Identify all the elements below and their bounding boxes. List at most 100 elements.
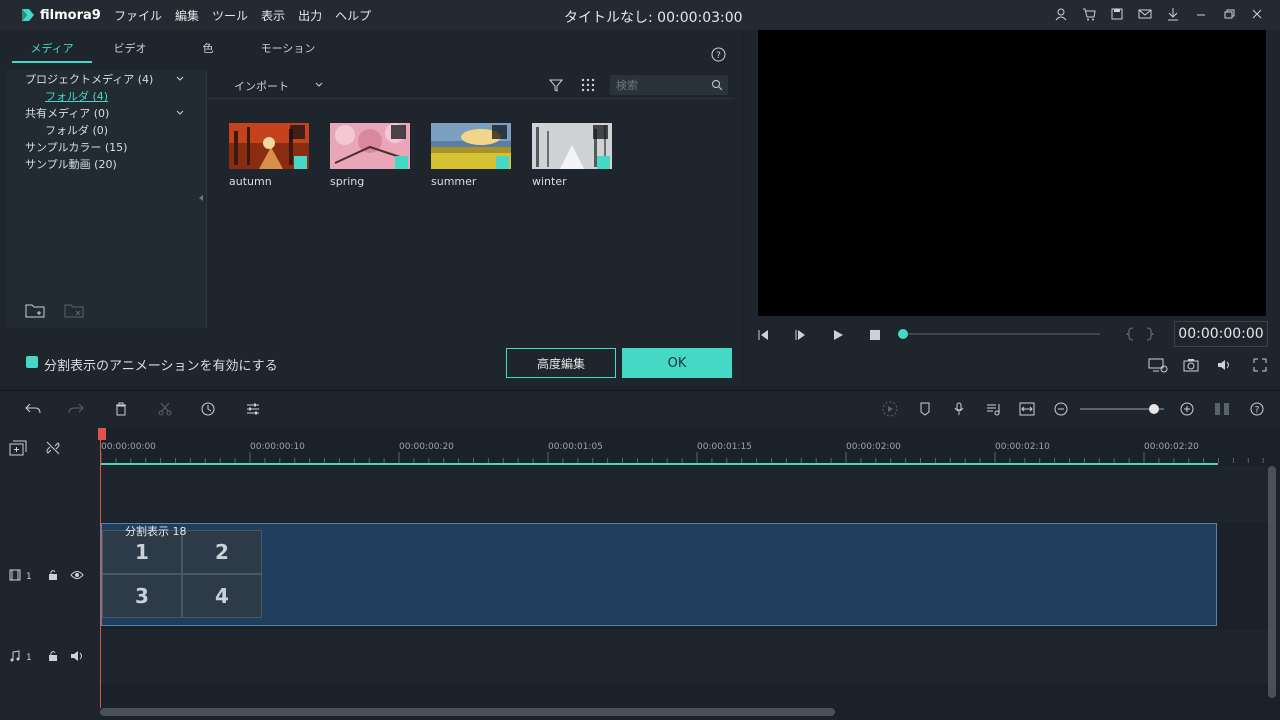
track-headers: 1 1 [0, 428, 100, 720]
save-icon[interactable] [1110, 7, 1124, 21]
media-name-winter: winter [532, 175, 567, 188]
vertical-scrollbar[interactable] [1268, 466, 1276, 698]
microphone-icon[interactable] [953, 402, 965, 416]
document-title: タイトルなし: 00:00:03:00 [564, 10, 743, 26]
lock-icon[interactable] [48, 650, 58, 662]
image-type-icon [492, 125, 507, 139]
tab-color[interactable]: 色 [168, 40, 248, 63]
mark-out-icon[interactable] [1144, 327, 1154, 341]
playhead-handle[interactable] [98, 428, 106, 440]
split-screen-clip[interactable] [101, 523, 1217, 626]
undo-icon[interactable] [25, 402, 41, 416]
close-icon[interactable] [1250, 7, 1264, 21]
marker-icon[interactable] [919, 402, 931, 416]
fullscreen-icon[interactable] [1253, 358, 1267, 372]
filmora-logo-icon [22, 9, 34, 21]
empty-track-area [100, 466, 1268, 522]
library-folder-shared[interactable]: フォルダ (0) [45, 122, 108, 138]
help-icon[interactable]: ? [1250, 402, 1264, 416]
eye-icon[interactable] [70, 570, 84, 580]
redo-icon[interactable] [68, 402, 84, 416]
image-type-icon [593, 125, 608, 139]
delete-folder-icon[interactable] [64, 302, 84, 318]
app-logo: filmora9 [0, 7, 110, 23]
play-icon[interactable] [831, 328, 845, 342]
split-cell-2: 2 [182, 530, 262, 574]
minimize-icon[interactable] [1194, 7, 1208, 21]
mail-icon[interactable] [1138, 7, 1152, 21]
import-dropdown[interactable]: インポート [234, 78, 289, 94]
library-sample-colors[interactable]: サンプルカラー (15) [25, 139, 127, 155]
cart-icon[interactable] [1082, 7, 1096, 21]
fit-timeline-icon[interactable] [1019, 402, 1035, 416]
adjust-icon[interactable] [246, 402, 260, 416]
pause-layout-icon[interactable] [1214, 402, 1230, 416]
menu-file[interactable]: ファイル [110, 7, 171, 24]
account-icon[interactable] [1054, 7, 1068, 21]
search-icon[interactable] [711, 79, 723, 91]
search-input[interactable] [616, 78, 706, 92]
audio-track-icon [10, 650, 20, 662]
filter-icon[interactable] [549, 78, 563, 92]
ok-button[interactable]: OK [622, 348, 732, 378]
tab-motion[interactable]: モーション [248, 40, 328, 63]
add-track-icon[interactable] [9, 440, 27, 456]
chevron-down-icon[interactable] [175, 108, 185, 118]
timeline-ruler[interactable]: 00:00:00:00 00:00:00:10 00:00:00:20 00:0… [100, 428, 1280, 466]
stop-icon[interactable] [868, 328, 882, 342]
chevron-down-icon[interactable] [314, 80, 324, 90]
library-shared-media[interactable]: 共有メディア (0) [25, 105, 109, 121]
audio-mixer-icon[interactable] [986, 402, 1000, 416]
snapshot-icon[interactable] [1183, 358, 1199, 372]
unlink-icon[interactable] [45, 440, 61, 456]
menu-view[interactable]: 表示 [257, 7, 294, 24]
library-project-media[interactable]: プロジェクトメディア (4) [25, 71, 153, 87]
ruler-label: 00:00:00:20 [399, 442, 454, 452]
tab-video[interactable]: ビデオ [92, 40, 168, 63]
download-icon[interactable] [1166, 7, 1180, 21]
help-icon[interactable]: ? [711, 47, 726, 62]
library-folder-project[interactable]: フォルダ (4) [45, 88, 108, 104]
advanced-edit-button[interactable]: 高度編集 [506, 348, 616, 378]
restore-icon[interactable] [1222, 7, 1236, 21]
menu-tools[interactable]: ツール [208, 7, 257, 24]
horizontal-scrollbar[interactable] [100, 708, 835, 716]
ruler-label: 00:00:02:00 [846, 442, 901, 452]
mark-in-icon[interactable] [1126, 327, 1136, 341]
enable-animation-checkbox[interactable] [26, 356, 38, 368]
chevron-down-icon[interactable] [175, 74, 185, 84]
app-name: filmora9 [40, 7, 101, 23]
lock-icon[interactable] [48, 569, 58, 581]
zoom-slider-handle[interactable] [1149, 404, 1159, 414]
library-sidebar: プロジェクトメディア (4) フォルダ (4) 共有メディア (0) フォルダ … [6, 70, 207, 328]
collapse-arrow-icon[interactable] [198, 194, 204, 202]
ruler-label: 00:00:02:10 [995, 442, 1050, 452]
volume-icon[interactable] [1217, 358, 1233, 372]
zoom-in-icon[interactable] [1180, 402, 1194, 416]
playhead[interactable] [100, 428, 101, 708]
tab-media[interactable]: メディア [12, 40, 92, 63]
render-display-icon[interactable] [1148, 357, 1168, 373]
new-folder-icon[interactable] [25, 302, 45, 318]
duration-icon[interactable] [201, 402, 215, 416]
svg-text:?: ? [716, 51, 721, 61]
delete-icon[interactable] [114, 402, 128, 416]
menu-export[interactable]: 出力 [294, 7, 331, 24]
speaker-icon[interactable] [70, 650, 84, 662]
media-browser: インポート autumn spring summer winter [208, 70, 734, 328]
menu-bar: ファイル 編集 ツール 表示 出力 ヘルプ [110, 7, 380, 24]
menu-edit[interactable]: 編集 [171, 7, 208, 24]
library-sample-videos[interactable]: サンプル動画 (20) [25, 156, 117, 172]
render-preview-icon[interactable] [882, 401, 898, 417]
cut-icon[interactable] [158, 402, 172, 416]
scrubber-handle[interactable] [898, 329, 908, 339]
preview-scrubber[interactable] [902, 333, 1100, 335]
grid-view-icon[interactable] [581, 78, 595, 92]
menu-help[interactable]: ヘルプ [331, 7, 380, 24]
audio-track [100, 630, 1268, 684]
ruler-label: 00:00:00:10 [250, 442, 305, 452]
video-track-number: 1 [26, 572, 32, 582]
prev-frame-icon[interactable] [756, 328, 770, 342]
next-frame-icon[interactable] [794, 328, 808, 342]
zoom-out-icon[interactable] [1054, 402, 1068, 416]
